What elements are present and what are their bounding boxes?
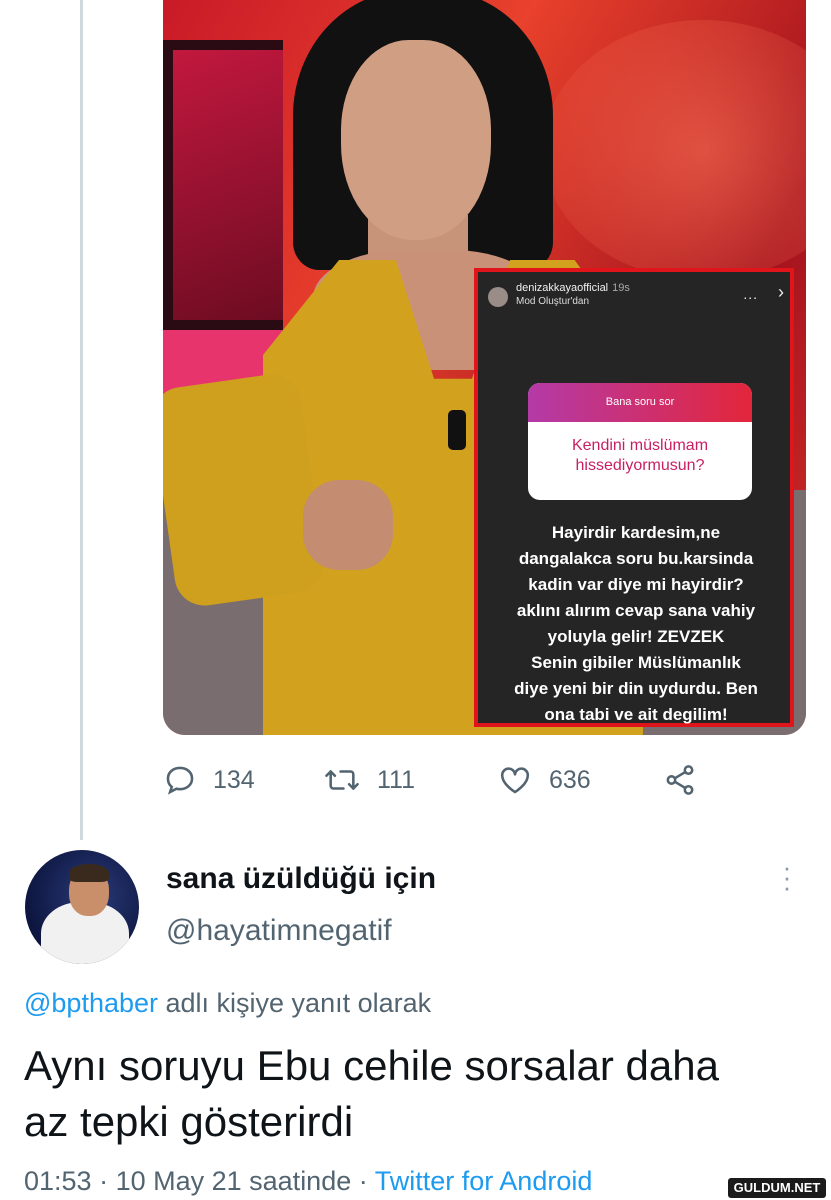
tweet-text-line-1: Aynı soruyu Ebu cehile sorsalar daha bbox=[24, 1042, 719, 1089]
person-face bbox=[341, 40, 491, 240]
answer-line: dangalakca soru bu.karsinda bbox=[518, 549, 754, 568]
like-count: 636 bbox=[549, 765, 591, 794]
site-watermark: GULDUM.NET bbox=[728, 1178, 826, 1198]
story-menu-icon: ... bbox=[743, 286, 758, 302]
avatar-hair bbox=[69, 864, 109, 882]
tweet-text: Aynı soruyu Ebu cehile sorsalar daha az … bbox=[24, 1038, 814, 1150]
tweet-metadata: 01:53 · 10 May 21 saatinde · Twitter for… bbox=[24, 1166, 592, 1197]
like-icon bbox=[497, 763, 533, 797]
answer-line: Senin gibiler Müslümanlık bbox=[531, 653, 741, 672]
replying-to-line: @bpthaber adlı kişiye yanıt olarak bbox=[24, 988, 431, 1019]
retweet-count: 111 bbox=[377, 765, 416, 794]
answer-line: Hayirdir kardesim,ne bbox=[551, 523, 721, 542]
meta-separator: · bbox=[91, 1166, 116, 1196]
share-icon bbox=[663, 763, 697, 797]
tweet-text-line-2: az tepki gösterirdi bbox=[24, 1098, 354, 1145]
avatar[interactable] bbox=[25, 850, 139, 964]
story-avatar bbox=[488, 287, 508, 307]
replying-to-suffix: adlı kişiye yanıt olarak bbox=[158, 988, 432, 1018]
story-close-icon: › bbox=[778, 282, 784, 302]
retweet-button[interactable]: 111 bbox=[323, 760, 415, 800]
story-answer-text: Hayirdir kardesim,ne dangalakca soru bu.… bbox=[486, 520, 786, 728]
tweet-date[interactable]: 10 May 21 saatinde bbox=[116, 1166, 352, 1196]
story-time: 19s bbox=[612, 282, 630, 294]
answer-line: ona tabi ve ait degilim! bbox=[544, 705, 728, 724]
answer-line: yoluyla gelir! ZEVZEK bbox=[547, 627, 725, 646]
like-button[interactable]: 636 bbox=[497, 760, 591, 800]
question-sticker-header: Bana soru sor bbox=[528, 383, 752, 422]
question-sticker-text: Kendini müslümam hissediyormusun? bbox=[528, 422, 752, 476]
replying-to-mention-link[interactable]: @bpthaber bbox=[24, 988, 158, 1018]
person-hand bbox=[303, 480, 393, 570]
more-options-icon[interactable]: · · · bbox=[780, 854, 794, 900]
lapel-microphone bbox=[448, 410, 466, 450]
tweet-media-image[interactable]: denizakkayaofficial 19s Mod Oluştur'dan .… bbox=[163, 0, 806, 735]
story-username: denizakkayaofficial bbox=[516, 282, 609, 294]
story-mode-label: Mod Oluştur'dan bbox=[516, 296, 590, 307]
share-button[interactable] bbox=[663, 760, 697, 800]
thread-connector-line bbox=[80, 0, 83, 840]
reply-icon bbox=[163, 763, 197, 797]
studio-light bbox=[543, 20, 806, 280]
answer-line: aklını alırım cevap sana vahiy bbox=[516, 601, 756, 620]
display-name[interactable]: sana üzüldüğü için bbox=[166, 862, 436, 896]
studio-screen-glow bbox=[173, 50, 283, 320]
tweet-time[interactable]: 01:53 bbox=[24, 1166, 92, 1196]
tweet-action-bar: 134 111 636 bbox=[163, 760, 723, 800]
instagram-story-screenshot: denizakkayaofficial 19s Mod Oluştur'dan .… bbox=[474, 268, 794, 727]
reply-count: 134 bbox=[213, 765, 255, 794]
tweet-source-link[interactable]: Twitter for Android bbox=[375, 1166, 593, 1196]
question-line-1: Kendini müslümam bbox=[571, 437, 709, 454]
retweet-icon bbox=[323, 763, 361, 797]
reply-button[interactable]: 134 bbox=[163, 760, 255, 800]
answer-line: diye yeni bir din uydurdu. Ben bbox=[514, 679, 758, 698]
question-line-2: hissediyormusun? bbox=[575, 457, 705, 474]
question-sticker: Bana soru sor Kendini müslümam hissediyo… bbox=[528, 383, 752, 500]
user-handle[interactable]: @hayatimnegatif bbox=[166, 914, 392, 948]
answer-line: kadin var diye mi hayirdir? bbox=[528, 575, 744, 594]
story-username-line: denizakkayaofficial 19s bbox=[516, 282, 630, 294]
meta-separator: · bbox=[351, 1166, 375, 1196]
